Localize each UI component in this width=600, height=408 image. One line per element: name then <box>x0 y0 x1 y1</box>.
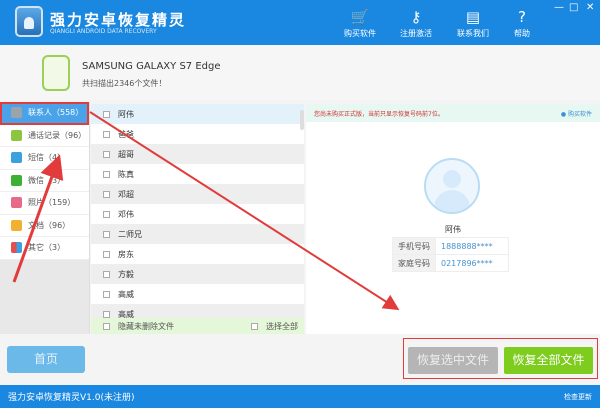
item-label: 高威 <box>118 309 134 319</box>
sidebar-item-wechat[interactable]: 微信（3） <box>0 169 89 192</box>
field-value: 1888888**** <box>435 237 509 255</box>
field-label: 家庭号码 <box>392 254 436 272</box>
item-checkbox[interactable] <box>103 250 110 258</box>
list-footer: 隐藏未删除文件 选择全部 <box>91 318 304 334</box>
item-label: 爸爸 <box>118 129 134 139</box>
item-checkbox[interactable] <box>103 290 110 298</box>
item-label: 邓超 <box>118 189 134 199</box>
item-checkbox[interactable] <box>103 310 110 318</box>
item-checkbox[interactable] <box>103 130 110 138</box>
contact-fields: 手机号码 1888888**** 家庭号码 0217896**** <box>392 237 509 272</box>
chat-icon: ▤ <box>465 8 481 26</box>
scan-result: 共扫描出2346个文件！ <box>82 79 167 88</box>
recover-all-button[interactable]: 恢复全部文件 <box>504 347 593 374</box>
list-item[interactable]: 陈真 <box>91 164 304 184</box>
app-logo <box>15 6 43 37</box>
device-panel <box>0 45 600 100</box>
app-title: 强力安卓恢复精灵 <box>50 11 187 29</box>
wechat-icon <box>11 174 22 186</box>
item-checkbox[interactable] <box>103 150 110 158</box>
item-label: 陈真 <box>118 169 134 179</box>
item-label: 方毅 <box>118 269 134 279</box>
app-subtitle: QIANGLI ANDROID DATA RECOVERY <box>50 28 157 35</box>
item-checkbox[interactable] <box>103 170 110 178</box>
help-button[interactable]: ? 帮助 <box>502 8 542 39</box>
list-item[interactable]: 超哥 <box>91 144 304 164</box>
field-value: 0217896**** <box>435 254 509 272</box>
buy-software-button[interactable]: 🛒 购买软件 <box>340 8 380 39</box>
message-icon <box>11 152 22 164</box>
grid-icon <box>11 242 22 254</box>
version-label: 强力安卓恢复精灵V1.0(未注册) <box>8 393 135 403</box>
item-label: 房东 <box>118 249 134 259</box>
avatar <box>424 158 480 214</box>
list-item[interactable]: 方毅 <box>91 264 304 284</box>
item-checkbox[interactable] <box>103 230 110 238</box>
photo-icon <box>11 197 22 209</box>
header: 强力安卓恢复精灵 QIANGLI ANDROID DATA RECOVERY 🛒… <box>0 0 600 45</box>
recover-selected-button[interactable]: 恢复选中文件 <box>408 347 498 374</box>
category-sidebar: 联系人（558） 通话记录（96） 短信（4） 微信（3） 照片（159） 文档… <box>0 102 90 334</box>
buy-link[interactable]: ● 购买软件 <box>561 109 592 118</box>
list-item[interactable]: 高威 <box>91 284 304 304</box>
item-checkbox[interactable] <box>103 190 110 198</box>
maximize-button[interactable]: □ <box>569 2 578 13</box>
list-item[interactable]: 二师兄 <box>91 224 304 244</box>
trial-notice: 您尚未购买正式版，当前只显示恢复号码前7位。 ● 购买软件 <box>306 104 600 122</box>
contact-list: 阿伟 爸爸 超哥 陈真 邓超 邓伟 二师兄 房东 方毅 高威 高威 <box>91 104 304 318</box>
list-item[interactable]: 爸爸 <box>91 124 304 144</box>
document-icon <box>11 219 22 231</box>
register-button[interactable]: ⚷ 注册激活 <box>396 8 436 39</box>
list-scrollbar[interactable] <box>300 110 304 130</box>
status-bar: 强力安卓恢复精灵V1.0(未注册) 检查更新 <box>0 385 600 408</box>
sidebar-item-other[interactable]: 其它（3） <box>0 237 89 260</box>
key-icon: ⚷ <box>410 8 422 26</box>
sidebar-item-call-log[interactable]: 通话记录（96） <box>0 124 89 147</box>
sidebar-item-sms[interactable]: 短信（4） <box>0 147 89 170</box>
item-label: 邓伟 <box>118 209 134 219</box>
sidebar-item-contacts[interactable]: 联系人（558） <box>0 102 89 125</box>
minimize-button[interactable]: — <box>554 2 564 13</box>
item-label: 阿伟 <box>118 109 134 119</box>
help-icon: ? <box>518 8 526 26</box>
cart-icon: 🛒 <box>350 8 370 26</box>
field-row: 家庭号码 0217896**** <box>392 254 509 272</box>
list-item[interactable]: 阿伟 <box>91 104 304 124</box>
list-item[interactable]: 邓超 <box>91 184 304 204</box>
close-button[interactable]: ✕ <box>586 2 594 13</box>
check-update-link[interactable]: 检查更新 <box>564 392 592 402</box>
item-checkbox[interactable] <box>103 110 110 118</box>
list-item[interactable]: 房东 <box>91 244 304 264</box>
item-label: 二师兄 <box>118 229 142 239</box>
contact-name: 阿伟 <box>445 225 461 234</box>
phone-icon <box>11 129 22 141</box>
list-item[interactable]: 邓伟 <box>91 204 304 224</box>
item-label: 超哥 <box>118 149 134 159</box>
item-checkbox[interactable] <box>103 270 110 278</box>
sidebar-item-documents[interactable]: 文档（96） <box>0 214 89 237</box>
item-checkbox[interactable] <box>103 210 110 218</box>
phone-mascot-icon <box>42 55 70 91</box>
item-label: 高威 <box>118 289 134 299</box>
hide-undeleted-checkbox[interactable] <box>103 322 110 330</box>
field-label: 手机号码 <box>392 237 436 255</box>
home-button[interactable]: 首页 <box>7 346 85 373</box>
contact-detail: 您尚未购买正式版，当前只显示恢复号码前7位。 ● 购买软件 阿伟 手机号码 1888… <box>306 104 600 334</box>
contacts-icon <box>11 107 22 119</box>
contact-us-button[interactable]: ▤ 联系我们 <box>453 8 493 39</box>
sidebar-item-photos[interactable]: 照片（159） <box>0 192 89 215</box>
list-item[interactable]: 高威 <box>91 304 304 318</box>
device-name: SAMSUNG GALAXY S7 Edge <box>82 61 221 72</box>
field-row: 手机号码 1888888**** <box>392 237 509 255</box>
select-all-checkbox[interactable] <box>251 322 258 330</box>
